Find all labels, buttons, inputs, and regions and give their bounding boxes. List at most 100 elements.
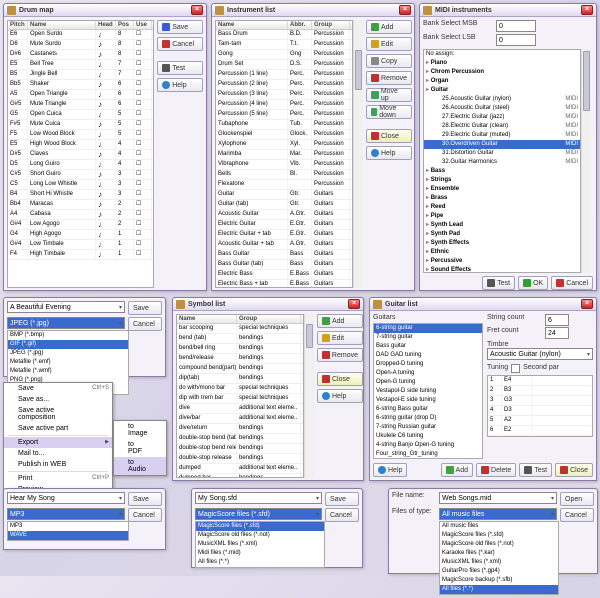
close-icon[interactable]: × — [191, 5, 203, 15]
table-row[interactable]: 1E4 — [488, 376, 592, 386]
type-select[interactable]: MagicScore files (*.sfd) — [195, 508, 322, 520]
table-row[interactable]: 4D3 — [488, 406, 592, 416]
table-row[interactable]: 6E2 — [488, 426, 592, 436]
list-item[interactable]: Vestapol-E side tuning — [374, 396, 482, 405]
tree-item[interactable]: ▸ Synth Effects — [424, 239, 580, 248]
table-row[interactable]: F4High Timbale♩1☐ — [8, 250, 153, 260]
table-row[interactable]: bar scoopingspecial techniques — [177, 324, 303, 334]
tree-item[interactable]: 29.Electric Guitar (muted)MIDI — [424, 131, 580, 140]
table-row[interactable]: Electric Bass + tabE.BassGuitars — [216, 280, 352, 288]
test-button[interactable]: Test — [482, 276, 515, 290]
test-button[interactable]: Test — [519, 463, 552, 477]
save-button[interactable]: Save — [325, 492, 359, 506]
help-button[interactable]: Help — [373, 463, 407, 477]
help-button[interactable]: Help — [366, 146, 412, 160]
option[interactable]: MusicXML files (*.xml) — [196, 540, 324, 549]
table-row[interactable]: G#5Mute Triangle♪6☐ — [8, 100, 153, 110]
option[interactable]: GuitarPro files (*.gp4) — [440, 567, 558, 576]
scrollbar[interactable] — [581, 49, 591, 273]
table-row[interactable]: F#5Mute Cuica♪5☐ — [8, 120, 153, 130]
save-button[interactable]: Save — [128, 301, 162, 315]
option[interactable]: Midi files (*.mid) — [196, 549, 324, 558]
menu-item[interactable]: Save active composition — [4, 405, 112, 423]
table-row[interactable]: bend/bell ringbendings — [177, 344, 303, 354]
open-button[interactable]: Open — [560, 492, 594, 506]
add-button[interactable]: Add — [317, 314, 363, 328]
tree-item[interactable]: ▸ Piano — [424, 59, 580, 68]
test-button[interactable]: Test — [157, 61, 203, 75]
table-row[interactable]: D#5Claves♪4☐ — [8, 150, 153, 160]
table-row[interactable]: dip(tab)bendings — [177, 374, 303, 384]
add-button[interactable]: Add — [441, 463, 473, 477]
table-row[interactable]: C5Long Low Whistle♩3☐ — [8, 180, 153, 190]
table-row[interactable]: Bb4Maracas♪2☐ — [8, 200, 153, 210]
tree-item[interactable]: ▸ Bass — [424, 167, 580, 176]
table-row[interactable]: Bass GuitarBassGuitars — [216, 250, 352, 260]
table-row[interactable]: XylophoneXyl.Percussion — [216, 140, 352, 150]
table-row[interactable]: bend (tab)bendings — [177, 334, 303, 344]
option[interactable]: JPEG (*.jpg) — [8, 349, 128, 358]
menu-item[interactable]: SaveCtrl+S — [4, 383, 112, 394]
menu-item[interactable]: Export — [4, 437, 112, 448]
option[interactable]: Karaoke files (*.kar) — [440, 549, 558, 558]
table-row[interactable]: dive/baradditional text eleme.. — [177, 414, 303, 424]
tree-item[interactable]: ▸ Chrom Percussion — [424, 68, 580, 77]
table-row[interactable]: compound bend(part)bendings — [177, 364, 303, 374]
close-button[interactable]: Close — [366, 129, 412, 143]
option[interactable]: BMP (*.bmp) — [8, 331, 128, 340]
copy-button[interactable]: Copy — [366, 54, 412, 68]
table-row[interactable]: C#5Short Guiro♪3☐ — [8, 170, 153, 180]
scrollbar[interactable] — [353, 20, 363, 288]
table-row[interactable]: G#4Low Agogo♩2☐ — [8, 220, 153, 230]
remove-button[interactable]: Remove — [366, 71, 412, 85]
second-par-check[interactable] — [511, 364, 520, 373]
tree-item[interactable]: ▸ Guitar — [424, 86, 580, 95]
help-button[interactable]: Help — [157, 78, 203, 92]
option[interactable]: GIF (*.gif) — [8, 340, 128, 349]
menu-item[interactable]: Save active part — [4, 423, 112, 434]
move-up-button[interactable]: Move up — [366, 88, 412, 102]
table-row[interactable]: A5Open Triangle♩6☐ — [8, 90, 153, 100]
list-item[interactable]: Vestapol-D side tuning — [374, 387, 482, 396]
tree-item[interactable]: ▸ Reed — [424, 203, 580, 212]
table-row[interactable]: Bass Guitar (tab)BassGuitars — [216, 260, 352, 270]
table-row[interactable]: Acoustic Guitar + tabA.Gtr.Guitars — [216, 240, 352, 250]
help-button[interactable]: Help — [317, 389, 363, 403]
list-item[interactable]: Dropped-D tuning — [374, 360, 482, 369]
tree-item[interactable]: 30.Overdriven GuitarMIDI — [424, 140, 580, 149]
tree-item[interactable]: ▸ Sound Effects — [424, 266, 580, 273]
filename-input[interactable]: My Song.sfd — [195, 492, 322, 504]
table-row[interactable]: E5Bell Tree♩7☐ — [8, 60, 153, 70]
list-item[interactable]: 4-string Banjo Open-G tuning — [374, 441, 482, 450]
table-row[interactable]: diveadditional text eleme.. — [177, 404, 303, 414]
menu-item[interactable]: to PDF — [114, 439, 166, 457]
option[interactable]: All files (*.*) — [440, 585, 558, 594]
tree-item[interactable]: 31.Distortion GuitarMIDI — [424, 149, 580, 158]
option[interactable]: MagicScore files (*.sfd) — [196, 522, 324, 531]
save-button[interactable]: Save — [128, 492, 162, 506]
table-row[interactable]: Percussion (5 line)Perc.Percussion — [216, 110, 352, 120]
tree-item[interactable]: ▸ Organ — [424, 77, 580, 86]
table-row[interactable]: Percussion (2 line)Perc.Percussion — [216, 80, 352, 90]
filename-input[interactable]: Hear My Song — [7, 492, 125, 504]
add-button[interactable]: Add — [366, 20, 412, 34]
option[interactable]: WAVE — [8, 531, 128, 540]
option[interactable]: MagicScore old files (*.not) — [196, 531, 324, 540]
table-row[interactable]: Bass DrumB.D.Percussion — [216, 30, 352, 40]
option[interactable]: Metafile (*.emf) — [8, 358, 128, 367]
tree-item[interactable]: ▸ Synth Lead — [424, 221, 580, 230]
ok-button[interactable]: OK — [518, 276, 548, 290]
fret-count[interactable]: 24 — [545, 327, 569, 339]
list-item[interactable]: 6-string guitar (drop D) — [374, 414, 482, 423]
table-row[interactable]: Tam-tamT.t.Percussion — [216, 40, 352, 50]
cancel-button[interactable]: Cancel — [325, 508, 359, 522]
table-row[interactable]: B5Jingle Bell♩7☐ — [8, 70, 153, 80]
table-row[interactable]: GuitarGtr.Guitars — [216, 190, 352, 200]
table-row[interactable]: B4Short Hi Whistle♪3☐ — [8, 190, 153, 200]
list-item[interactable]: Open-G tuning — [374, 378, 482, 387]
scrollbar[interactable] — [304, 314, 314, 478]
table-row[interactable]: GlockenspielGlock.Percussion — [216, 130, 352, 140]
option[interactable]: MusicXML files (*.xml) — [440, 558, 558, 567]
option[interactable]: MP3 — [8, 522, 128, 531]
list-item[interactable]: 6-string guitar — [374, 324, 482, 333]
